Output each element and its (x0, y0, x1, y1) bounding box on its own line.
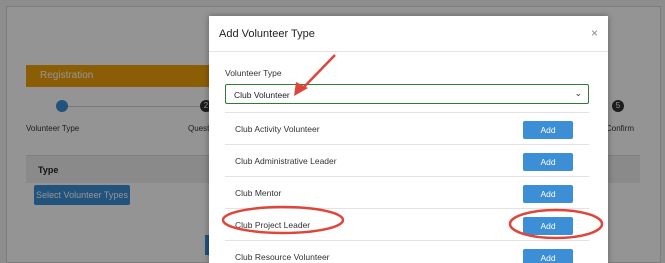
list-item: Club Resource Volunteer Add (225, 241, 589, 263)
add-button[interactable]: Add (523, 153, 573, 171)
volunteer-type-select[interactable]: Club Volunteer ⌄ (225, 84, 589, 104)
modal-header: Add Volunteer Type × (209, 16, 608, 52)
volunteer-type-list: Club Activity Volunteer Add Club Adminis… (225, 112, 589, 263)
list-item-label: Club Project Leader (235, 220, 311, 230)
list-item-label: Club Resource Volunteer (235, 252, 330, 262)
add-button[interactable]: Add (523, 121, 573, 139)
list-item: Club Administrative Leader Add (225, 145, 589, 177)
list-item: Club Project Leader Add (225, 209, 589, 241)
add-button[interactable]: Add (523, 217, 573, 235)
add-button[interactable]: Add (523, 185, 573, 203)
close-icon[interactable]: × (591, 26, 598, 40)
volunteer-type-label: Volunteer Type (225, 68, 282, 78)
list-item-label: Club Mentor (235, 188, 282, 198)
list-item: Club Mentor Add (225, 177, 589, 209)
add-volunteer-type-modal: Add Volunteer Type × Volunteer Type Club… (209, 16, 608, 263)
modal-title: Add Volunteer Type (219, 28, 315, 40)
chevron-down-icon: ⌄ (574, 88, 582, 98)
add-button[interactable]: Add (523, 249, 573, 263)
list-item-label: Club Activity Volunteer (235, 124, 320, 134)
list-item: Club Activity Volunteer Add (225, 113, 589, 145)
select-value: Club Volunteer (234, 90, 290, 100)
list-item-label: Club Administrative Leader (235, 156, 337, 166)
